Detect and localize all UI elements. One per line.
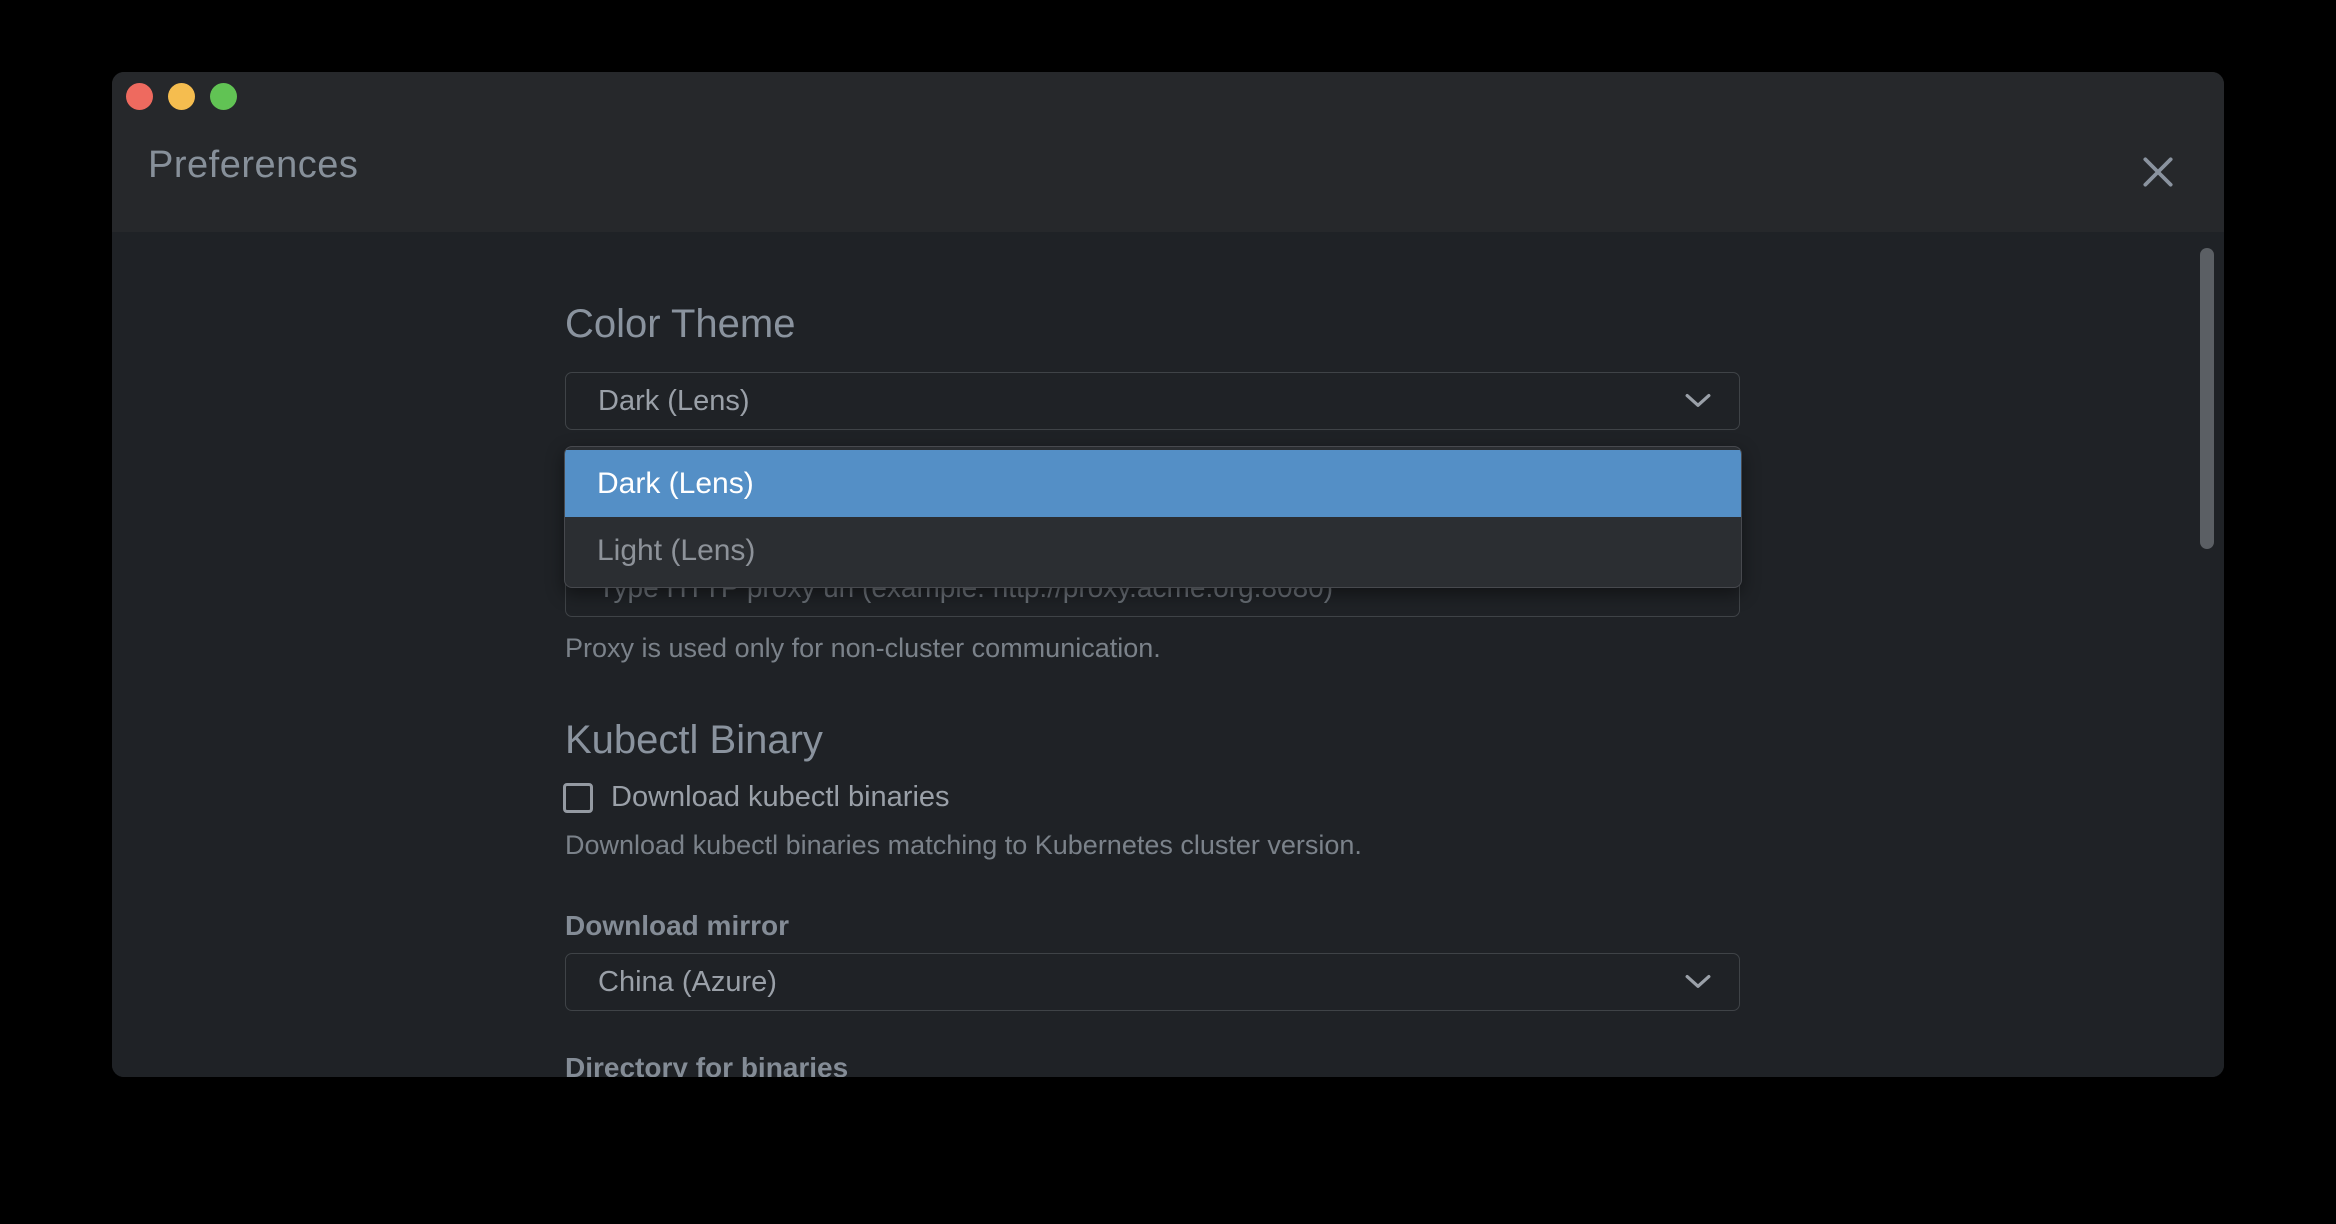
color-theme-select-value: Dark (Lens) — [598, 385, 1685, 418]
color-theme-select[interactable]: Dark (Lens) — [565, 372, 1740, 430]
page-title: Preferences — [148, 144, 358, 187]
dropdown-option-dark-lens[interactable]: Dark (Lens) — [565, 450, 1741, 517]
dropdown-option-light-lens[interactable]: Light (Lens) — [565, 517, 1741, 584]
minimize-traffic-icon[interactable] — [168, 83, 195, 110]
download-mirror-select-value: China (Azure) — [598, 966, 1685, 999]
maximize-traffic-icon[interactable] — [210, 83, 237, 110]
kubectl-helper-text: Download kubectl binaries matching to Ku… — [565, 830, 1362, 861]
download-kubectl-checkbox-row[interactable]: Download kubectl binaries — [563, 781, 950, 814]
titlebar: Preferences — [112, 72, 2224, 232]
download-mirror-label: Download mirror — [565, 910, 789, 942]
download-mirror-select[interactable]: China (Azure) — [565, 953, 1740, 1011]
kubectl-binary-heading: Kubectl Binary — [565, 718, 823, 763]
color-theme-heading: Color Theme — [565, 302, 795, 347]
checkbox-unchecked-icon[interactable] — [563, 783, 593, 813]
traffic-lights — [126, 83, 237, 110]
http-proxy-helper-text: Proxy is used only for non-cluster commu… — [565, 633, 1161, 664]
close-icon — [2139, 153, 2177, 191]
chevron-down-icon — [1685, 974, 1711, 990]
directory-for-binaries-label: Directory for binaries — [565, 1052, 848, 1077]
close-button[interactable] — [2138, 152, 2178, 192]
preferences-content: Color Theme Dark (Lens) Dark (Lens) Ligh… — [112, 232, 2224, 1077]
download-kubectl-checkbox-label: Download kubectl binaries — [611, 781, 950, 814]
close-traffic-icon[interactable] — [126, 83, 153, 110]
chevron-down-icon — [1685, 393, 1711, 409]
vertical-scrollbar-thumb[interactable] — [2200, 248, 2214, 549]
preferences-window: Preferences Color Theme Dark (Lens) Dark… — [112, 72, 2224, 1077]
color-theme-dropdown-menu: Dark (Lens) Light (Lens) — [564, 446, 1742, 588]
